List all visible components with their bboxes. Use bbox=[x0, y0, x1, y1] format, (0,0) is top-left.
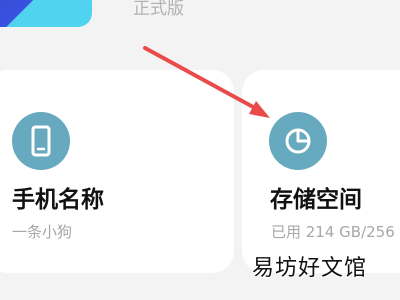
settings-screen: 正式版 手机名称 一条小狗 存储空间 已用 214 GB/256 易坊好文馆 bbox=[0, 0, 400, 300]
pie-chart-icon bbox=[269, 112, 327, 170]
os-logo bbox=[0, 0, 92, 27]
watermark: 易坊好文馆 bbox=[252, 256, 368, 281]
phone-icon bbox=[12, 112, 70, 170]
version-subtitle: 正式版 bbox=[133, 0, 184, 19]
storage-card[interactable]: 存储空间 已用 214 GB/256 bbox=[242, 70, 400, 273]
storage-value: 已用 214 GB/256 bbox=[271, 223, 395, 241]
phone-name-title: 手机名称 bbox=[12, 187, 104, 213]
phone-name-value: 一条小狗 bbox=[12, 223, 73, 241]
phone-name-card[interactable]: 手机名称 一条小狗 bbox=[0, 70, 234, 273]
storage-title: 存储空间 bbox=[270, 187, 362, 213]
